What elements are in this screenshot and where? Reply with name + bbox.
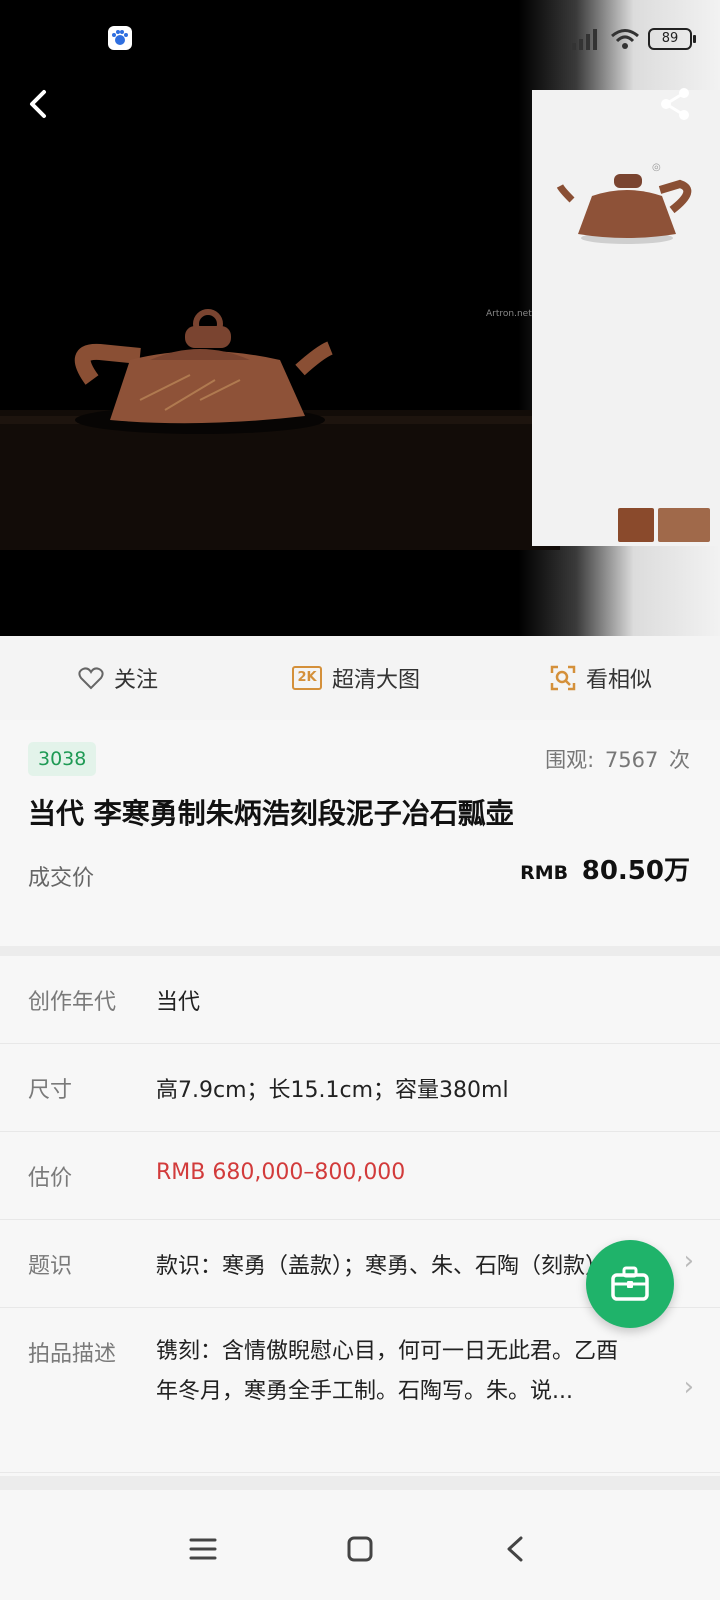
price-amount: 80.50万 <box>581 856 690 886</box>
lot-number-badge: 3038 <box>28 742 97 776</box>
image-search-icon <box>550 665 576 691</box>
menu-button[interactable] <box>178 1524 228 1574</box>
thumb-teapot-image <box>556 174 692 244</box>
share-button[interactable] <box>656 84 696 124</box>
detail-value: 高7.9cm；长15.1cm；容量380ml <box>156 1078 509 1103</box>
detail-row-era: 创作年代 当代 <box>0 956 720 1044</box>
back-button[interactable] <box>20 84 60 124</box>
inscription-image <box>658 508 710 542</box>
detail-label: 估价 <box>28 1166 73 1191</box>
hd-image-button[interactable]: 2K 超清大图 <box>292 636 420 720</box>
signal-icon <box>572 29 597 50</box>
teapot-photo[interactable]: Artron.net <box>0 80 560 636</box>
nav-back-button[interactable] <box>490 1524 540 1574</box>
view-count: 围观: 7567 次 <box>541 744 690 774</box>
next-image-preview[interactable]: ◎ <box>532 90 720 546</box>
battery-indicator: 89 <box>648 28 696 50</box>
follow-label: 关注 <box>114 668 159 693</box>
detail-row-description[interactable]: 拍品描述 镌刻：含情傲睨慰心目，何可一日无此君。乙酉年冬月，寒勇全手工制。石陶写… <box>0 1308 720 1473</box>
detail-value: 款识：寒勇（盖款）；寒勇、朱、石陶（刻款） <box>156 1254 596 1279</box>
back-chevron-icon <box>30 90 46 118</box>
thumb-watermark: ◎ <box>652 162 661 173</box>
detail-row-size: 尺寸 高7.9cm；长15.1cm；容量380ml <box>0 1044 720 1132</box>
similar-label: 看相似 <box>586 668 653 693</box>
views-unit: 次 <box>669 748 690 772</box>
lot-details: 创作年代 当代 尺寸 高7.9cm；长15.1cm；容量380ml 估价 RMB… <box>0 956 720 1473</box>
hd-2k-icon: 2K <box>292 666 322 690</box>
detail-value: 当代 <box>156 990 201 1015</box>
system-nav-bar <box>0 1500 720 1600</box>
price-currency: RMB <box>520 862 569 884</box>
toolbox-icon <box>611 1266 649 1301</box>
share-icon <box>661 88 689 120</box>
baidu-paw-icon <box>108 26 132 50</box>
detail-label: 题识 <box>28 1254 73 1279</box>
estimate-value: RMB 680,000–800,000 <box>156 1160 406 1185</box>
chevron-right-icon: › <box>683 1246 694 1276</box>
similar-button[interactable]: 看相似 <box>550 636 652 720</box>
section-divider <box>0 946 720 956</box>
heart-outline-icon <box>78 667 104 690</box>
watermark-text: Artron.net <box>486 309 532 319</box>
chevron-right-icon: › <box>683 1372 694 1402</box>
status-bar: 89 <box>0 0 720 78</box>
lot-summary: 3038 围观: 7567 次 当代 李寒勇制朱炳浩刻段泥子冶石瓢壶 成交价 R… <box>0 720 720 952</box>
seal-image <box>618 508 654 542</box>
hd-label: 超清大图 <box>332 668 421 693</box>
nav-back-icon <box>507 1536 523 1562</box>
detail-label: 创作年代 <box>28 990 117 1015</box>
detail-row-estimate: 估价 RMB 680,000–800,000 <box>0 1132 720 1220</box>
detail-label: 尺寸 <box>28 1078 73 1103</box>
home-square-icon <box>347 1536 373 1562</box>
price-label: 成交价 <box>28 866 95 891</box>
action-bar: 关注 2K 超清大图 看相似 <box>0 636 720 721</box>
follow-button[interactable]: 关注 <box>78 636 158 720</box>
hammer-price: RMB 80.50万 <box>520 850 690 887</box>
views-label: 围观: <box>545 748 595 772</box>
views-count: 7567 <box>604 748 659 772</box>
home-button[interactable] <box>335 1524 385 1574</box>
detail-value: 镌刻：含情傲睨慰心目，何可一日无此君。乙酉年冬月，寒勇全手工制。石陶写。朱。说.… <box>156 1339 619 1404</box>
lot-title: 当代 李寒勇制朱炳浩刻段泥子冶石瓢壶 <box>28 797 514 830</box>
toolbox-fab-button[interactable] <box>586 1240 674 1328</box>
lot-image-gallery[interactable]: Artron.net ◎ 89 <box>0 0 720 636</box>
menu-icon <box>189 1538 217 1560</box>
detail-label: 拍品描述 <box>28 1342 117 1367</box>
wifi-icon <box>611 29 639 49</box>
section-divider <box>0 1476 720 1490</box>
